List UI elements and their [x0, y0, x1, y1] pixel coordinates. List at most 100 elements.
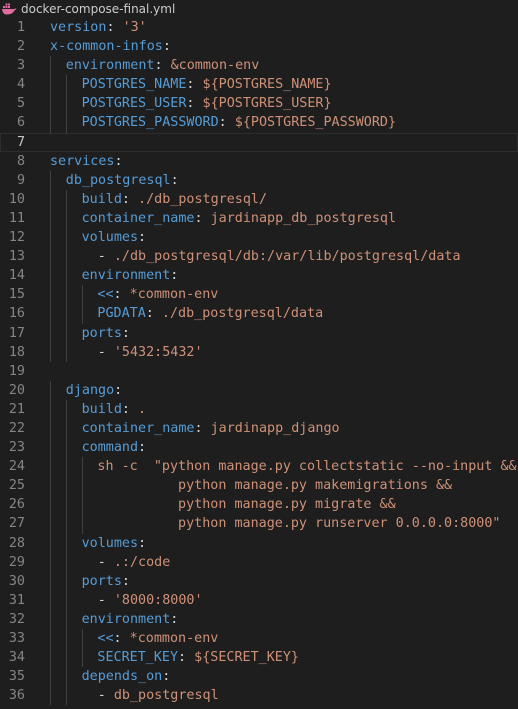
code-text: PGDATA: ./db_postgresql/data	[97, 304, 323, 323]
indent-guide	[65, 648, 67, 668]
code-line[interactable]: 23 command:	[0, 438, 518, 458]
yaml-value: ./db_postgresql/data	[161, 306, 324, 322]
code-line[interactable]: 4 POSTGRES_NAME: ${POSTGRES_NAME}	[0, 75, 518, 95]
code-line[interactable]: 17 ports:	[0, 323, 518, 343]
line-number: 2	[16, 39, 25, 55]
yaml-punct: :	[114, 382, 123, 398]
yaml-key: POSTGRES_USER	[81, 96, 187, 112]
yaml-key: x-common-infos	[50, 39, 163, 55]
code-line[interactable]: 18 - '5432:5432'	[0, 342, 518, 362]
indent-guide	[81, 285, 83, 305]
code-line[interactable]: 3 environment: &common-env	[0, 56, 518, 76]
code-line[interactable]: 15 <<: *common-env	[0, 285, 518, 305]
code-line[interactable]: 8 services:	[0, 152, 518, 171]
code-line[interactable]: 5 POSTGRES_USER: ${POSTGRES_USER}	[0, 94, 518, 114]
code-line[interactable]: 11 container_name: jardinapp_db_postgresq…	[0, 208, 518, 229]
indent-guide	[65, 285, 67, 305]
code-line[interactable]: 1 version: '3'	[0, 18, 518, 37]
code-text: command:	[82, 438, 147, 457]
code-line[interactable]: 33 <<: *common-env	[0, 629, 518, 649]
yaml-key: db_postgresql	[65, 172, 171, 188]
indent-guide	[65, 457, 67, 477]
yaml-key: container_name	[81, 420, 195, 436]
code-line[interactable]: 12 volumes:	[0, 228, 518, 248]
yaml-value: ./db_postgresql/	[138, 191, 268, 207]
code-line[interactable]: 26 python manage.py migrate &&	[0, 495, 518, 515]
yaml-punct: :	[113, 631, 130, 646]
code-line[interactable]: 21 build: .	[0, 399, 518, 419]
code-line[interactable]: 36 - db_postgresql	[0, 686, 518, 706]
code-line[interactable]: 2 x-common-infos:	[0, 37, 518, 56]
yaml-punct: :	[162, 39, 171, 55]
indent-guide	[65, 438, 67, 458]
line-number: 7	[16, 134, 25, 150]
code-line[interactable]: 34 SECRET_KEY: ${SECRET_KEY}	[0, 648, 518, 668]
yaml-value: sh -c "python manage.py collectstatic --…	[97, 459, 517, 475]
code-line[interactable]: 9 db_postgresql:	[0, 170, 518, 190]
indent-guide	[50, 571, 51, 591]
code-line[interactable]: 24 sh -c "python manage.py collectstatic …	[0, 457, 518, 477]
indent-guide	[50, 399, 51, 419]
code-line[interactable]: 19	[0, 362, 518, 381]
code-line[interactable]: 32 environment:	[0, 609, 518, 629]
indent-guide	[50, 304, 51, 324]
yaml-punct: -	[81, 592, 114, 608]
line-number: 19	[8, 363, 25, 379]
code-line[interactable]: 30 ports:	[0, 571, 518, 591]
line-number: 35	[8, 669, 25, 685]
yaml-punct: :	[162, 669, 171, 685]
indent-guide	[65, 476, 67, 496]
indent-guide	[65, 228, 67, 248]
indent-guide	[50, 94, 51, 114]
indent-guide	[50, 228, 51, 248]
indent-guide	[50, 208, 51, 229]
code-line[interactable]: 35 depends_on:	[0, 667, 518, 687]
line-number: 17	[8, 325, 25, 341]
code-text: db_postgresql:	[66, 171, 179, 190]
code-line[interactable]: 10 build: ./db_postgresql/	[0, 189, 518, 209]
yaml-key: build	[81, 401, 122, 417]
indent-guide	[65, 590, 67, 610]
code-line[interactable]: 28 volumes:	[0, 533, 518, 553]
code-line[interactable]: 13 - ./db_postgresql/db:/var/lib/postgre…	[0, 247, 518, 267]
yaml-punct: -	[81, 249, 114, 265]
code-text: <<: *common-env	[97, 285, 218, 304]
code-line[interactable]: 22 container_name: jardinapp_django	[0, 418, 518, 439]
code-line[interactable]: 20 django:	[0, 380, 518, 400]
code-lines[interactable]: 1 version: '3' 2 x-common-infos: 3 environmen…	[0, 18, 518, 706]
code-text: sh -c "python manage.py collectstatic --…	[97, 457, 516, 476]
yaml-punct: :	[114, 153, 123, 169]
yaml-punct: :	[121, 573, 130, 589]
yaml-value: jardinapp_django	[210, 420, 340, 436]
yaml-punct: :	[121, 401, 139, 417]
code-text: - '5432:5432'	[82, 343, 203, 362]
yaml-key: POSTGRES_NAME	[81, 77, 187, 93]
yaml-key: ports	[81, 325, 122, 341]
code-text: - db_postgresql	[82, 686, 219, 705]
code-text: build: ./db_postgresql/	[82, 190, 267, 209]
code-line[interactable]: 27 python manage.py runserver 0.0.0.0:80…	[0, 514, 518, 534]
yaml-key: <<	[97, 287, 114, 303]
code-line[interactable]: 16 PGDATA: ./db_postgresql/data	[0, 304, 518, 324]
yaml-punct: :	[218, 115, 235, 131]
yaml-key: PGDATA	[97, 306, 146, 322]
code-line[interactable]: 29 - .:/code	[0, 552, 518, 572]
yaml-anchor: *common-env	[129, 631, 219, 646]
code-line[interactable]: 14 environment:	[0, 266, 518, 286]
yaml-key: depends_on	[81, 669, 163, 685]
code-text: x-common-infos:	[50, 37, 171, 56]
code-line[interactable]: 7	[0, 132, 518, 152]
code-line[interactable]: 25 python manage.py makemigrations &&	[0, 476, 518, 496]
editor-tab[interactable]: docker-compose-final.yml	[0, 0, 518, 18]
line-number: 18	[8, 344, 25, 360]
indent-guide	[65, 94, 67, 114]
line-number: 14	[8, 268, 25, 284]
code-line[interactable]: 31 - '8000:8000'	[0, 590, 518, 610]
yaml-key: ports	[81, 573, 122, 589]
indent-guide	[81, 476, 83, 496]
code-editor[interactable]: docker-compose-final.yml 1 version: '3' 2 x…	[0, 0, 518, 709]
yaml-punct: -	[81, 688, 114, 704]
yaml-punct: :	[121, 191, 139, 207]
yaml-punct: :	[186, 77, 203, 93]
code-line[interactable]: 6 POSTGRES_PASSWORD: ${POSTGRES_PASSWORD}	[0, 113, 518, 133]
